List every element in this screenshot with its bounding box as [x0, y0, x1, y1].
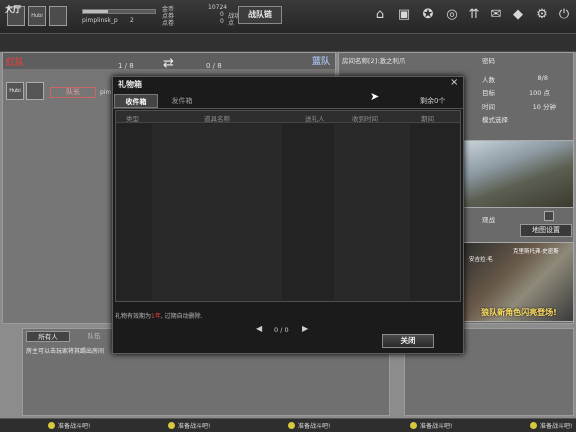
- shop-icon[interactable]: ◎: [444, 7, 460, 23]
- column-header-type: 类型: [126, 115, 139, 123]
- room-row-label: 人数: [482, 76, 495, 84]
- slot-rank-label: 队长: [50, 87, 96, 98]
- map-settings-button[interactable]: 地图设置: [520, 224, 572, 237]
- player-level: 2: [130, 17, 134, 24]
- red-team-label: 红队: [6, 58, 25, 68]
- stat-value-3: 0: [220, 18, 224, 25]
- observe-checkbox[interactable]: [544, 211, 554, 221]
- room-row-value: 10 分钟: [532, 103, 556, 111]
- stat-label-coupons: 点卷: [162, 20, 175, 27]
- table-column-item: [152, 124, 282, 300]
- dialog-title: 礼物箱: [118, 80, 142, 89]
- slot-player-name: pim: [100, 89, 112, 96]
- player-status: 准备战斗吧!: [168, 421, 210, 430]
- chat-message: 房主可以击玩家将其踢出房间: [26, 348, 105, 355]
- promo-character-left: 安吉拉·毛: [469, 257, 493, 263]
- close-icon[interactable]: ×: [450, 77, 458, 88]
- hall-title: 大厅: [5, 5, 21, 14]
- red-team-count: 1 / 8: [118, 62, 134, 70]
- trophy-icon[interactable]: ✪: [420, 7, 436, 23]
- room-row-label: 目标: [482, 89, 495, 97]
- mail-icon[interactable]: ✉: [488, 7, 504, 23]
- room-name: 房间名称[2]:激之利爪: [342, 57, 406, 65]
- player-status: 准备战斗吧!: [410, 421, 452, 430]
- column-header-item: 道具名称: [204, 115, 230, 123]
- stat-value-1: 10724: [208, 4, 228, 11]
- stat-label-point-unit: 点: [228, 20, 235, 27]
- note-prefix: 礼物有效期为: [115, 313, 152, 320]
- xp-bar-fill: [83, 10, 109, 13]
- tab-inbox[interactable]: 收件箱: [114, 94, 158, 108]
- table-column-received: [334, 124, 410, 300]
- hall-strip: [0, 34, 576, 52]
- blue-team-label: 蓝队: [312, 57, 331, 67]
- promo-banner[interactable]: 克里斯托弗·史密斯 安吉拉·毛 狼队新角色闪亮登场!: [462, 242, 574, 322]
- room-row-value: 8/8: [537, 74, 548, 82]
- mail-icon-alt[interactable]: ⇈: [466, 7, 482, 23]
- next-page-icon[interactable]: ▶: [302, 324, 308, 333]
- column-header-period: 期间: [421, 115, 434, 123]
- promo-headline: 狼队新角色闪亮登场!: [481, 308, 557, 317]
- player-status: 准备战斗吧!: [48, 421, 90, 430]
- gift-icon[interactable]: ◆: [510, 7, 526, 23]
- gear-icon[interactable]: ⚙: [534, 7, 550, 23]
- remaining-count: 剩余0个: [420, 97, 446, 105]
- blue-team-count: 0 / 8: [206, 62, 222, 70]
- observe-label: 观战: [482, 216, 495, 224]
- slot-rank-badge: [26, 82, 44, 100]
- home-icon[interactable]: ⌂: [372, 7, 388, 23]
- player-name: pimplinsk_p: [82, 17, 118, 24]
- lock-icon[interactable]: ▣: [396, 7, 412, 23]
- note-highlight: 1年: [151, 313, 161, 320]
- chat-tab-team[interactable]: 队伍: [74, 331, 114, 342]
- promo-character-right: 克里斯托弗·史密斯: [513, 249, 559, 255]
- stat-value-2: 0: [220, 11, 224, 18]
- note-suffix: , 过期自动删除.: [160, 313, 203, 320]
- avatar[interactable]: Hubi: [28, 6, 46, 26]
- room-row-value: 100 点: [529, 89, 550, 97]
- table-column-type: [116, 124, 152, 300]
- column-header-sender: 送礼人: [305, 115, 325, 123]
- tab-divider: [112, 108, 464, 109]
- chat-tab-all[interactable]: 所有人: [26, 331, 70, 342]
- clan-button[interactable]: 战队链: [238, 6, 282, 24]
- xp-bar: [82, 9, 156, 14]
- ready-icon: [410, 422, 417, 429]
- power-icon[interactable]: ⏻: [556, 7, 572, 23]
- ready-icon: [288, 422, 295, 429]
- room-row-label: 时间: [482, 103, 495, 111]
- tab-sent[interactable]: 发件箱: [160, 94, 204, 108]
- column-header-received: 收到时间: [352, 115, 378, 123]
- password-label: 密码: [482, 57, 495, 65]
- prev-page-icon[interactable]: ◀: [256, 324, 262, 333]
- player-status: 准备战斗吧!: [530, 421, 572, 430]
- room-row-label: 模式选择: [482, 116, 508, 124]
- table-column-period: [410, 124, 460, 300]
- ready-icon: [48, 422, 55, 429]
- expiry-note: 礼物有效期为1年, 过期自动删除.: [115, 311, 203, 320]
- ready-icon: [530, 422, 537, 429]
- mouse-cursor-icon: ➤: [370, 90, 380, 103]
- table-header-row: [116, 111, 460, 123]
- ready-icon: [168, 422, 175, 429]
- map-preview-image: [462, 140, 574, 208]
- slot-avatar[interactable]: Hubi: [6, 82, 24, 100]
- player-status: 准备战斗吧!: [288, 421, 330, 430]
- rank-badge: [49, 6, 67, 26]
- swap-team-icon[interactable]: ⇄: [163, 56, 174, 71]
- table-column-sender: [282, 124, 334, 300]
- page-indicator: 0 / 0: [274, 326, 289, 334]
- close-button[interactable]: 关闭: [382, 334, 434, 348]
